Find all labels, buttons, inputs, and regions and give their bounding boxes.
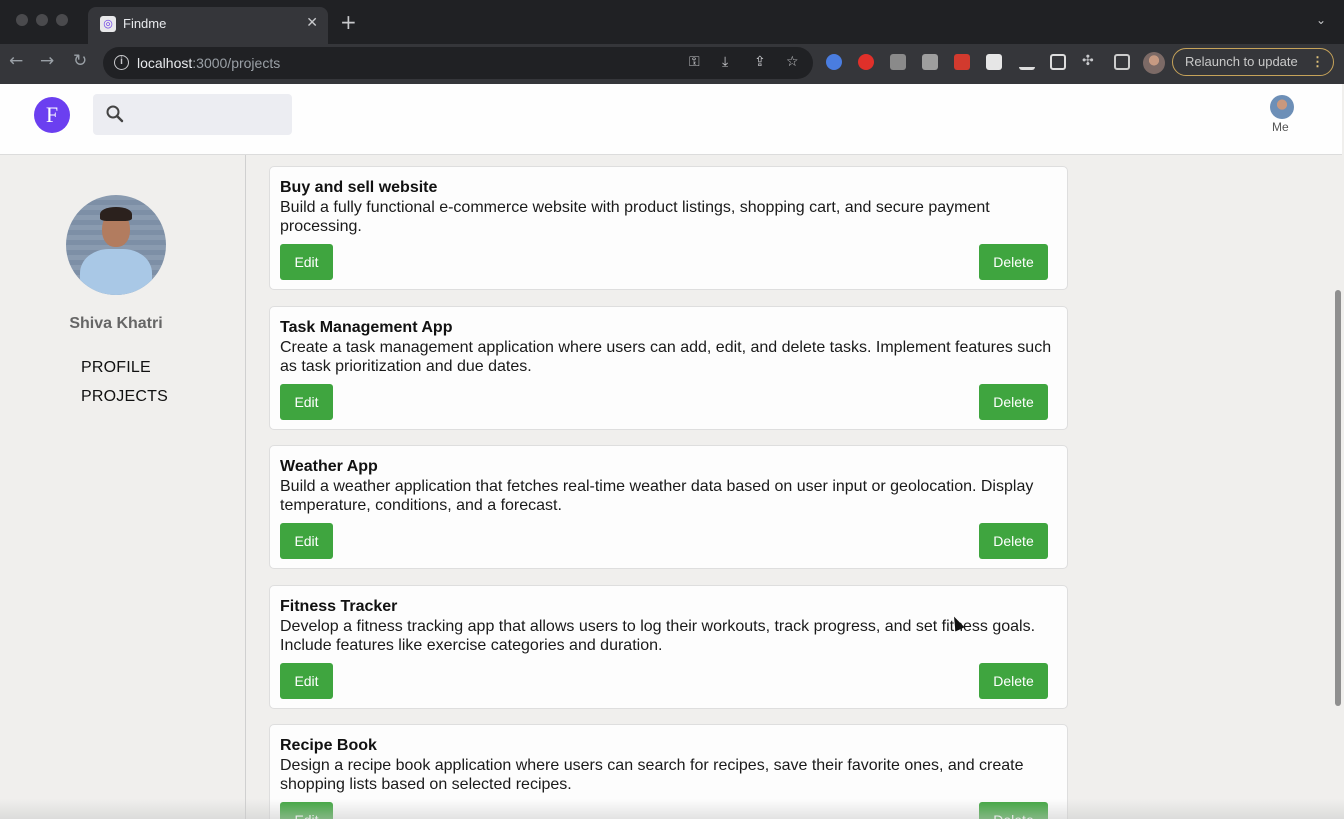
share-icon[interactable]: ⇪: [754, 54, 766, 70]
side-panel-icon[interactable]: [1114, 54, 1130, 70]
more-menu-icon[interactable]: ⋮: [1311, 49, 1324, 75]
bookmark-star-icon[interactable]: ☆: [786, 54, 799, 70]
projects-list: Buy and sell website Build a fully funct…: [247, 155, 1333, 819]
extension-text-icon[interactable]: [986, 54, 1002, 70]
window-zoom-button[interactable]: [56, 14, 68, 26]
tab-title: Findme: [123, 16, 167, 31]
password-key-icon[interactable]: ⚿: [689, 54, 700, 70]
extension-slash-icon[interactable]: [922, 54, 938, 70]
window-minimize-button[interactable]: [36, 14, 48, 26]
page-viewport: F Me Shiva Khatri PROFILE PROJECTS Buy a…: [0, 84, 1344, 819]
delete-button[interactable]: Delete: [979, 523, 1048, 559]
browser-toolbar: ← → ↻ i localhost:3000/projects ⚿ ⤓ ⇪ ☆ …: [0, 44, 1344, 84]
relaunch-label: Relaunch to update: [1185, 54, 1298, 69]
site-info-icon[interactable]: i: [114, 55, 129, 70]
forward-button[interactable]: →: [40, 51, 54, 71]
delete-button[interactable]: Delete: [979, 384, 1048, 420]
project-description: Create a task management application whe…: [280, 339, 1052, 375]
project-card: Recipe Book Design a recipe book applica…: [269, 724, 1068, 819]
address-bar[interactable]: i localhost:3000/projects ⚿ ⤓ ⇪ ☆: [103, 47, 813, 79]
delete-button[interactable]: Delete: [979, 802, 1048, 819]
sidebar: Shiva Khatri PROFILE PROJECTS: [0, 155, 246, 819]
browser-tab[interactable]: ◎ Findme ✕: [88, 7, 328, 44]
profile-photo: [66, 195, 166, 295]
project-title: Weather App: [280, 458, 378, 475]
project-card: Buy and sell website Build a fully funct…: [269, 166, 1068, 290]
scrollbar-thumb[interactable]: [1335, 290, 1341, 706]
me-label[interactable]: Me: [1272, 120, 1289, 134]
install-app-icon[interactable]: ⤓: [722, 54, 728, 70]
extension-bug-icon[interactable]: [954, 54, 970, 70]
back-button[interactable]: ←: [9, 51, 23, 71]
search-icon: [106, 105, 124, 123]
findme-favicon-icon: ◎: [100, 16, 116, 32]
project-title: Buy and sell website: [280, 179, 438, 196]
sidebar-item-profile[interactable]: PROFILE: [81, 359, 151, 377]
search-box[interactable]: [93, 94, 292, 135]
project-card: Task Management App Create a task manage…: [269, 306, 1068, 430]
project-card: Fitness Tracker Develop a fitness tracki…: [269, 585, 1068, 709]
project-description: Build a fully functional e-commerce webs…: [280, 199, 990, 235]
reload-button[interactable]: ↻: [73, 51, 87, 71]
edit-button[interactable]: Edit: [280, 523, 333, 559]
me-avatar[interactable]: [1270, 95, 1294, 119]
url-host: localhost: [137, 55, 193, 71]
window-close-button[interactable]: [16, 14, 28, 26]
relaunch-to-update-button[interactable]: Relaunch to update ⋮: [1172, 48, 1334, 76]
url-path: :3000/projects: [192, 55, 281, 71]
edit-button[interactable]: Edit: [280, 244, 333, 280]
edit-button[interactable]: Edit: [280, 384, 333, 420]
page-scrollbar[interactable]: [1334, 155, 1342, 819]
sidebar-item-projects[interactable]: PROJECTS: [81, 388, 168, 406]
browser-profile-avatar[interactable]: [1143, 52, 1165, 74]
app-header: F Me: [0, 84, 1342, 155]
project-description: Develop a fitness tracking app that allo…: [280, 618, 1036, 654]
edit-button[interactable]: Edit: [280, 663, 333, 699]
extensions-puzzle-icon[interactable]: ✣: [1082, 53, 1094, 69]
tab-close-icon[interactable]: ✕: [306, 15, 318, 31]
project-title: Recipe Book: [280, 737, 377, 754]
new-tab-button[interactable]: +: [340, 10, 357, 34]
edit-button[interactable]: Edit: [280, 802, 333, 819]
project-description: Build a weather application that fetches…: [280, 478, 1034, 514]
delete-button[interactable]: Delete: [979, 244, 1048, 280]
extension-arrow-icon[interactable]: [890, 54, 906, 70]
url-text: localhost:3000/projects: [137, 55, 280, 71]
project-title: Fitness Tracker: [280, 598, 398, 615]
profile-name: Shiva Khatri: [69, 315, 163, 332]
findme-logo[interactable]: F: [34, 97, 70, 133]
extension-lens-icon[interactable]: [826, 54, 842, 70]
search-input[interactable]: [133, 102, 283, 126]
browser-tab-bar: ◎ Findme ✕ + ⌄: [0, 0, 1344, 44]
project-card: Weather App Build a weather application …: [269, 445, 1068, 569]
tab-search-chevron-icon[interactable]: ⌄: [1316, 13, 1326, 27]
project-description: Design a recipe book application where u…: [280, 757, 1024, 793]
extension-adblock-icon[interactable]: [858, 54, 874, 70]
extension-window-icon[interactable]: [1050, 54, 1066, 70]
delete-button[interactable]: Delete: [979, 663, 1048, 699]
project-title: Task Management App: [280, 319, 453, 336]
extension-pen-icon[interactable]: [1019, 54, 1035, 70]
